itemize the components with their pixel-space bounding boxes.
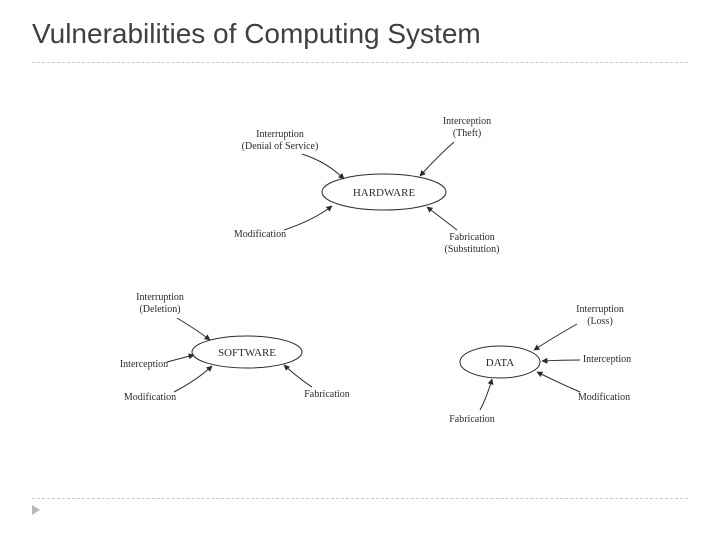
arrow-hw-interception xyxy=(420,142,454,176)
sw-interruption-l1: Interruption xyxy=(136,292,184,303)
sw-fabrication: Fabrication xyxy=(304,389,350,400)
diagram-container: HARDWARE Interruption (Denial of Service… xyxy=(32,62,688,492)
slide: Vulnerabilities of Computing System HARD… xyxy=(0,0,720,540)
arrow-data-interruption xyxy=(534,324,577,350)
arrow-hw-modification xyxy=(284,206,332,230)
arrow-data-fabrication xyxy=(480,379,492,410)
sw-interception: Interception xyxy=(120,359,168,370)
arrow-sw-interception xyxy=(167,355,194,362)
vulnerabilities-diagram: HARDWARE Interruption (Denial of Service… xyxy=(32,62,688,492)
data-interruption-l1: Interruption xyxy=(576,304,624,315)
divider-bottom xyxy=(32,498,688,499)
hw-fabrication-l1: Fabrication xyxy=(449,232,495,243)
hw-modification: Modification xyxy=(234,229,286,240)
arrow-sw-fabrication xyxy=(284,365,312,387)
node-hardware-label: HARDWARE xyxy=(353,187,416,199)
hw-interruption-l1: Interruption xyxy=(256,129,304,140)
hw-interception-l2: (Theft) xyxy=(453,128,481,139)
arrow-sw-interruption xyxy=(177,318,210,340)
arrow-sw-modification xyxy=(174,366,212,392)
data-interruption-l2: (Loss) xyxy=(587,316,613,327)
arrow-hw-interruption xyxy=(302,154,344,179)
hw-interruption-l2: (Denial of Service) xyxy=(242,141,319,152)
arrow-data-interception xyxy=(542,360,580,361)
sw-modification: Modification xyxy=(124,392,176,403)
bullet-icon xyxy=(32,505,40,515)
arrow-data-modification xyxy=(537,372,580,392)
page-title: Vulnerabilities of Computing System xyxy=(32,18,481,50)
data-fabrication: Fabrication xyxy=(449,414,495,425)
arrow-hw-fabrication xyxy=(427,207,457,230)
data-modification: Modification xyxy=(578,392,630,403)
hw-fabrication-l2: (Substitution) xyxy=(444,244,499,255)
data-interception: Interception xyxy=(583,354,631,365)
node-software-label: SOFTWARE xyxy=(218,347,276,359)
node-data-label: DATA xyxy=(486,357,515,369)
hw-interception-l1: Interception xyxy=(443,116,491,127)
sw-interruption-l2: (Deletion) xyxy=(139,304,180,315)
